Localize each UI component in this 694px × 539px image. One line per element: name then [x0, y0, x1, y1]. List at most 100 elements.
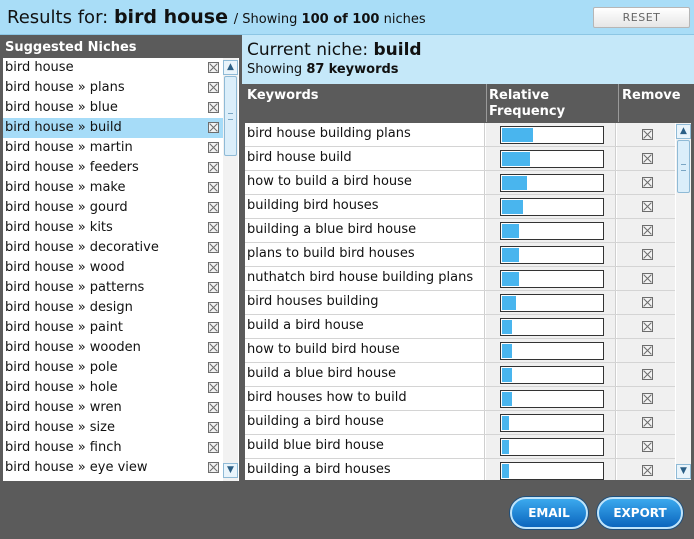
frequency-cell	[486, 315, 616, 338]
close-box-icon[interactable]	[642, 177, 653, 188]
export-button[interactable]: EXPORT	[597, 497, 683, 529]
close-box-icon[interactable]	[642, 129, 653, 140]
showing-suffix: niches	[383, 12, 426, 27]
niche-list-scrollbar[interactable]: ▲ ▼	[223, 58, 238, 481]
frequency-bar-fill	[502, 200, 523, 214]
close-box-icon[interactable]	[642, 417, 653, 428]
close-box-icon[interactable]	[642, 465, 653, 476]
close-box-icon[interactable]	[208, 62, 219, 73]
remove-cell	[617, 243, 675, 266]
niche-list-item[interactable]: bird house » design	[3, 298, 223, 318]
close-box-icon[interactable]	[208, 262, 219, 273]
niche-list-item[interactable]: bird house » pole	[3, 358, 223, 378]
close-box-icon[interactable]	[208, 322, 219, 333]
frequency-cell	[486, 171, 616, 194]
remove-cell	[617, 171, 675, 194]
niche-list-item[interactable]: bird house » size	[3, 418, 223, 438]
frequency-cell	[486, 267, 616, 290]
table-row: nuthatch bird house building plans	[245, 267, 675, 291]
niche-list-item[interactable]: bird house » build	[3, 118, 223, 138]
frequency-bar	[500, 294, 604, 312]
close-box-icon[interactable]	[208, 282, 219, 293]
niche-label: bird house	[5, 60, 74, 75]
reset-button[interactable]: RESET	[593, 7, 690, 28]
close-box-icon[interactable]	[208, 442, 219, 453]
close-box-icon[interactable]	[208, 382, 219, 393]
frequency-bar-fill	[502, 368, 512, 382]
remove-cell	[617, 387, 675, 410]
niche-list-item[interactable]: bird house » make	[3, 178, 223, 198]
scrollbar-thumb[interactable]	[224, 76, 237, 156]
frequency-cell	[486, 435, 616, 458]
niche-list-item[interactable]: bird house » plans	[3, 78, 223, 98]
keyword-text: how to build bird house	[245, 339, 485, 362]
arrow-down-icon[interactable]: ▼	[676, 464, 691, 479]
niche-list-item[interactable]: bird house » gourd	[3, 198, 223, 218]
niche-list-item[interactable]: bird house » finch	[3, 438, 223, 458]
frequency-bar-fill	[502, 248, 519, 262]
table-row: bird houses how to build	[245, 387, 675, 411]
close-box-icon[interactable]	[208, 162, 219, 173]
close-box-icon[interactable]	[208, 342, 219, 353]
close-box-icon[interactable]	[208, 422, 219, 433]
results-title: Results for: bird house / Showing 100 of…	[7, 6, 426, 28]
frequency-cell	[486, 459, 616, 480]
niche-list-item[interactable]: bird house » kits	[3, 218, 223, 238]
close-box-icon[interactable]	[208, 462, 219, 473]
close-box-icon[interactable]	[642, 273, 653, 284]
close-box-icon[interactable]	[642, 153, 653, 164]
niche-label: bird house » hole	[5, 380, 118, 395]
close-box-icon[interactable]	[642, 201, 653, 212]
scrollbar-thumb[interactable]	[677, 140, 690, 193]
niche-list-item[interactable]: bird house » wood	[3, 258, 223, 278]
niche-list-item[interactable]: bird house » hole	[3, 378, 223, 398]
table-row: building a bird houses	[245, 459, 675, 480]
close-box-icon[interactable]	[642, 441, 653, 452]
niche-list-item[interactable]: bird house » patterns	[3, 278, 223, 298]
keywords-word: keywords	[328, 62, 399, 77]
close-box-icon[interactable]	[208, 362, 219, 373]
close-box-icon[interactable]	[208, 402, 219, 413]
table-row: bird houses building	[245, 291, 675, 315]
close-box-icon[interactable]	[208, 302, 219, 313]
frequency-bar-fill	[502, 440, 509, 454]
close-box-icon[interactable]	[208, 202, 219, 213]
arrow-down-icon[interactable]: ▼	[223, 463, 238, 478]
close-box-icon[interactable]	[208, 222, 219, 233]
arrow-up-icon[interactable]: ▲	[223, 60, 238, 75]
frequency-bar	[500, 198, 604, 216]
niche-list-item[interactable]: bird house » feeders	[3, 158, 223, 178]
niche-list-item[interactable]: bird house » paint	[3, 318, 223, 338]
arrow-up-icon[interactable]: ▲	[676, 124, 691, 139]
close-box-icon[interactable]	[208, 102, 219, 113]
close-box-icon[interactable]	[208, 142, 219, 153]
niche-label: bird house » patterns	[5, 280, 145, 295]
close-box-icon[interactable]	[642, 321, 653, 332]
keywords-panel: Keywords Relative Frequency Remove bird …	[242, 84, 694, 484]
remove-cell	[617, 267, 675, 290]
close-box-icon[interactable]	[208, 122, 219, 133]
frequency-bar	[500, 438, 604, 456]
niche-list-item[interactable]: bird house » decorative	[3, 238, 223, 258]
column-header-keywords: Keywords	[247, 88, 319, 103]
niche-list-item[interactable]: bird house	[3, 58, 223, 78]
niche-list-item[interactable]: bird house » wren	[3, 398, 223, 418]
keywords-table-scrollbar[interactable]: ▲ ▼	[676, 123, 691, 480]
close-box-icon[interactable]	[642, 393, 653, 404]
niche-list-item[interactable]: bird house » martin	[3, 138, 223, 158]
close-box-icon[interactable]	[642, 249, 653, 260]
close-box-icon[interactable]	[208, 242, 219, 253]
keyword-text: bird house building plans	[245, 123, 485, 146]
close-box-icon[interactable]	[642, 297, 653, 308]
close-box-icon[interactable]	[642, 369, 653, 380]
niche-list-item[interactable]: bird house » eye view	[3, 458, 223, 478]
close-box-icon[interactable]	[642, 345, 653, 356]
frequency-cell	[486, 219, 616, 242]
email-button[interactable]: EMAIL	[510, 497, 588, 529]
close-box-icon[interactable]	[208, 182, 219, 193]
close-box-icon[interactable]	[208, 82, 219, 93]
niche-list-item[interactable]: bird house » wooden	[3, 338, 223, 358]
niche-list-item[interactable]: bird house » blue	[3, 98, 223, 118]
niche-label: bird house » martin	[5, 140, 133, 155]
close-box-icon[interactable]	[642, 225, 653, 236]
